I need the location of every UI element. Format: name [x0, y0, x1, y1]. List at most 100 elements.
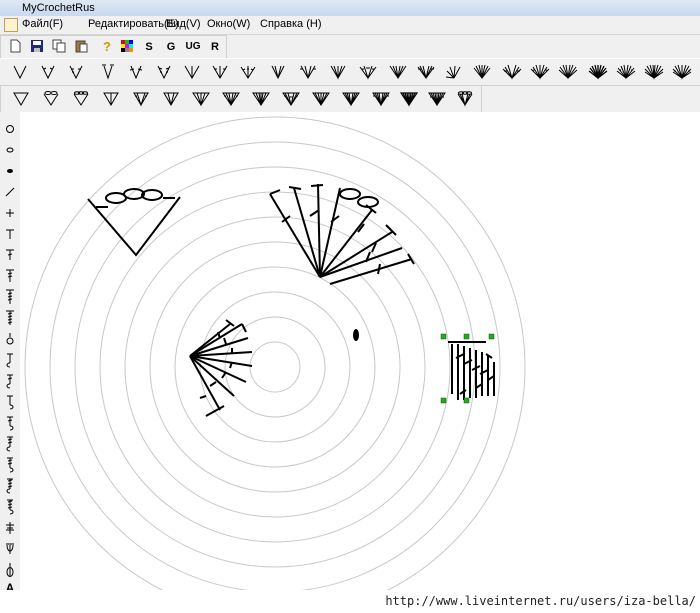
save-icon[interactable]: [29, 39, 45, 55]
tool-s-button[interactable]: S: [141, 39, 157, 55]
window-title: MyCrochetRus: [22, 2, 95, 14]
chart-canvas[interactable]: [20, 112, 700, 613]
v-stitch-15-icon[interactable]: [416, 63, 436, 81]
inv-v-8-icon[interactable]: [221, 90, 241, 108]
v-stitch-13-icon[interactable]: [358, 63, 378, 81]
bp-stitch-icon[interactable]: [2, 393, 18, 411]
v-stitch-12-icon[interactable]: [328, 63, 348, 81]
guide-circles: [24, 116, 526, 613]
stitch-group-center-fan: [189, 319, 253, 417]
fan-6-icon[interactable]: [502, 63, 522, 81]
v-stitch-7-icon[interactable]: [182, 63, 202, 81]
cross-stitch-icon[interactable]: [2, 519, 18, 537]
half-double-icon[interactable]: [2, 225, 18, 243]
menu-view[interactable]: Вид(V): [166, 18, 201, 30]
stitch-tools-panel: A: [0, 112, 21, 595]
fp-dtr-icon[interactable]: [2, 477, 18, 495]
inv-v-10-icon[interactable]: [281, 90, 301, 108]
inv-v-2-icon[interactable]: [41, 90, 61, 108]
inv-v-11-icon[interactable]: [311, 90, 331, 108]
bobble-icon[interactable]: [2, 330, 18, 348]
menu-window[interactable]: Окно(W): [207, 18, 250, 30]
v-stitch-1-icon[interactable]: [10, 63, 30, 81]
inv-v-3-icon[interactable]: [71, 90, 91, 108]
selection-handle[interactable]: [488, 333, 495, 340]
crochet-diagram[interactable]: [20, 112, 700, 613]
v-stitch-8-icon[interactable]: [210, 63, 230, 81]
inv-v-13-icon[interactable]: [371, 90, 391, 108]
v-stitch-9-icon[interactable]: [238, 63, 258, 81]
tool-g-button[interactable]: G: [163, 39, 179, 55]
inv-v-9-icon[interactable]: [251, 90, 271, 108]
stitch-group-right: [448, 341, 495, 400]
paste-icon[interactable]: [73, 39, 89, 55]
svg-text:?: ?: [103, 39, 111, 53]
tool-ug-button[interactable]: UG: [183, 39, 203, 55]
v-stitch-4-icon[interactable]: [98, 63, 118, 81]
source-url: http://www.liveinternet.ru/users/iza-bel…: [385, 594, 696, 608]
color-palette-icon[interactable]: [119, 39, 135, 55]
bp-treble-icon[interactable]: [2, 456, 18, 474]
fan-7-icon[interactable]: [530, 63, 550, 81]
fp-treble-icon[interactable]: [2, 435, 18, 453]
slip-stitch-icon[interactable]: [2, 162, 18, 180]
increase-symbols-toolbar: [0, 58, 700, 86]
fan-8-icon[interactable]: [558, 63, 578, 81]
fan-10-icon[interactable]: [616, 63, 636, 81]
decrease-symbols-toolbar: [0, 85, 482, 113]
v-stitch-11-icon[interactable]: [298, 63, 318, 81]
v-stitch-10-icon[interactable]: [268, 63, 288, 81]
chain-stitch-icon[interactable]: [2, 141, 18, 159]
selection-handle[interactable]: [440, 333, 447, 340]
menu-help[interactable]: Справка (H): [260, 18, 321, 30]
selection-handle[interactable]: [463, 333, 470, 340]
circle-ring-icon[interactable]: [2, 120, 18, 138]
menu-file[interactable]: Файл(F): [22, 18, 63, 30]
bp-dc-icon[interactable]: [2, 414, 18, 432]
new-file-icon[interactable]: [7, 39, 23, 55]
stitch-group-upper-left: [87, 188, 181, 257]
fan-5-icon[interactable]: [472, 63, 492, 81]
v-stitch-16-icon[interactable]: [444, 63, 464, 81]
inv-v-1-icon[interactable]: [11, 90, 31, 108]
v-stitch-3-icon[interactable]: [66, 63, 86, 81]
title-bar: MyCrochetRus: [0, 0, 700, 17]
line-tool-icon[interactable]: [2, 183, 18, 201]
inv-v-6-icon[interactable]: [161, 90, 181, 108]
copy-icon[interactable]: [51, 39, 67, 55]
app-icon[interactable]: [4, 18, 18, 32]
menu-bar: Файл(F) Редактировать(E) Вид(V) Окно(W) …: [0, 16, 700, 35]
main-toolbar: ? S G UG R: [0, 35, 227, 59]
inv-v-15-icon[interactable]: [427, 90, 447, 108]
inv-v-5-icon[interactable]: [131, 90, 151, 108]
triple-treble-icon[interactable]: [2, 309, 18, 327]
fan-12-icon[interactable]: [672, 63, 692, 81]
v-stitch-5-icon[interactable]: [126, 63, 146, 81]
inv-v-16-icon[interactable]: [455, 90, 475, 108]
bp-dtr-icon[interactable]: [2, 498, 18, 516]
stitch-group-upper-fan: [269, 183, 415, 285]
v-stitch-2-icon[interactable]: [38, 63, 58, 81]
inv-v-4-icon[interactable]: [101, 90, 121, 108]
v-stitch-14-icon[interactable]: [388, 63, 408, 81]
puff-stitch-icon[interactable]: [2, 540, 18, 558]
single-crochet-icon[interactable]: [2, 204, 18, 222]
fan-11-icon[interactable]: [644, 63, 664, 81]
selection-handle[interactable]: [440, 397, 447, 404]
popcorn-icon[interactable]: [2, 561, 18, 579]
footer: http://www.liveinternet.ru/users/iza-bel…: [0, 590, 700, 613]
fp-stitch-icon[interactable]: [2, 351, 18, 369]
tool-r-button[interactable]: R: [207, 39, 223, 55]
double-treble-icon[interactable]: [2, 288, 18, 306]
inv-v-14-icon[interactable]: [399, 90, 419, 108]
slip-stitch-mark: [353, 329, 359, 341]
help-icon[interactable]: ?: [99, 39, 115, 55]
fp-dc-icon[interactable]: [2, 372, 18, 390]
fan-9-icon[interactable]: [588, 63, 608, 81]
v-stitch-6-icon[interactable]: [154, 63, 174, 81]
inv-v-12-icon[interactable]: [341, 90, 361, 108]
inv-v-7-icon[interactable]: [191, 90, 211, 108]
double-crochet-icon[interactable]: [2, 246, 18, 264]
treble-icon[interactable]: [2, 267, 18, 285]
selection-handle[interactable]: [463, 397, 470, 404]
